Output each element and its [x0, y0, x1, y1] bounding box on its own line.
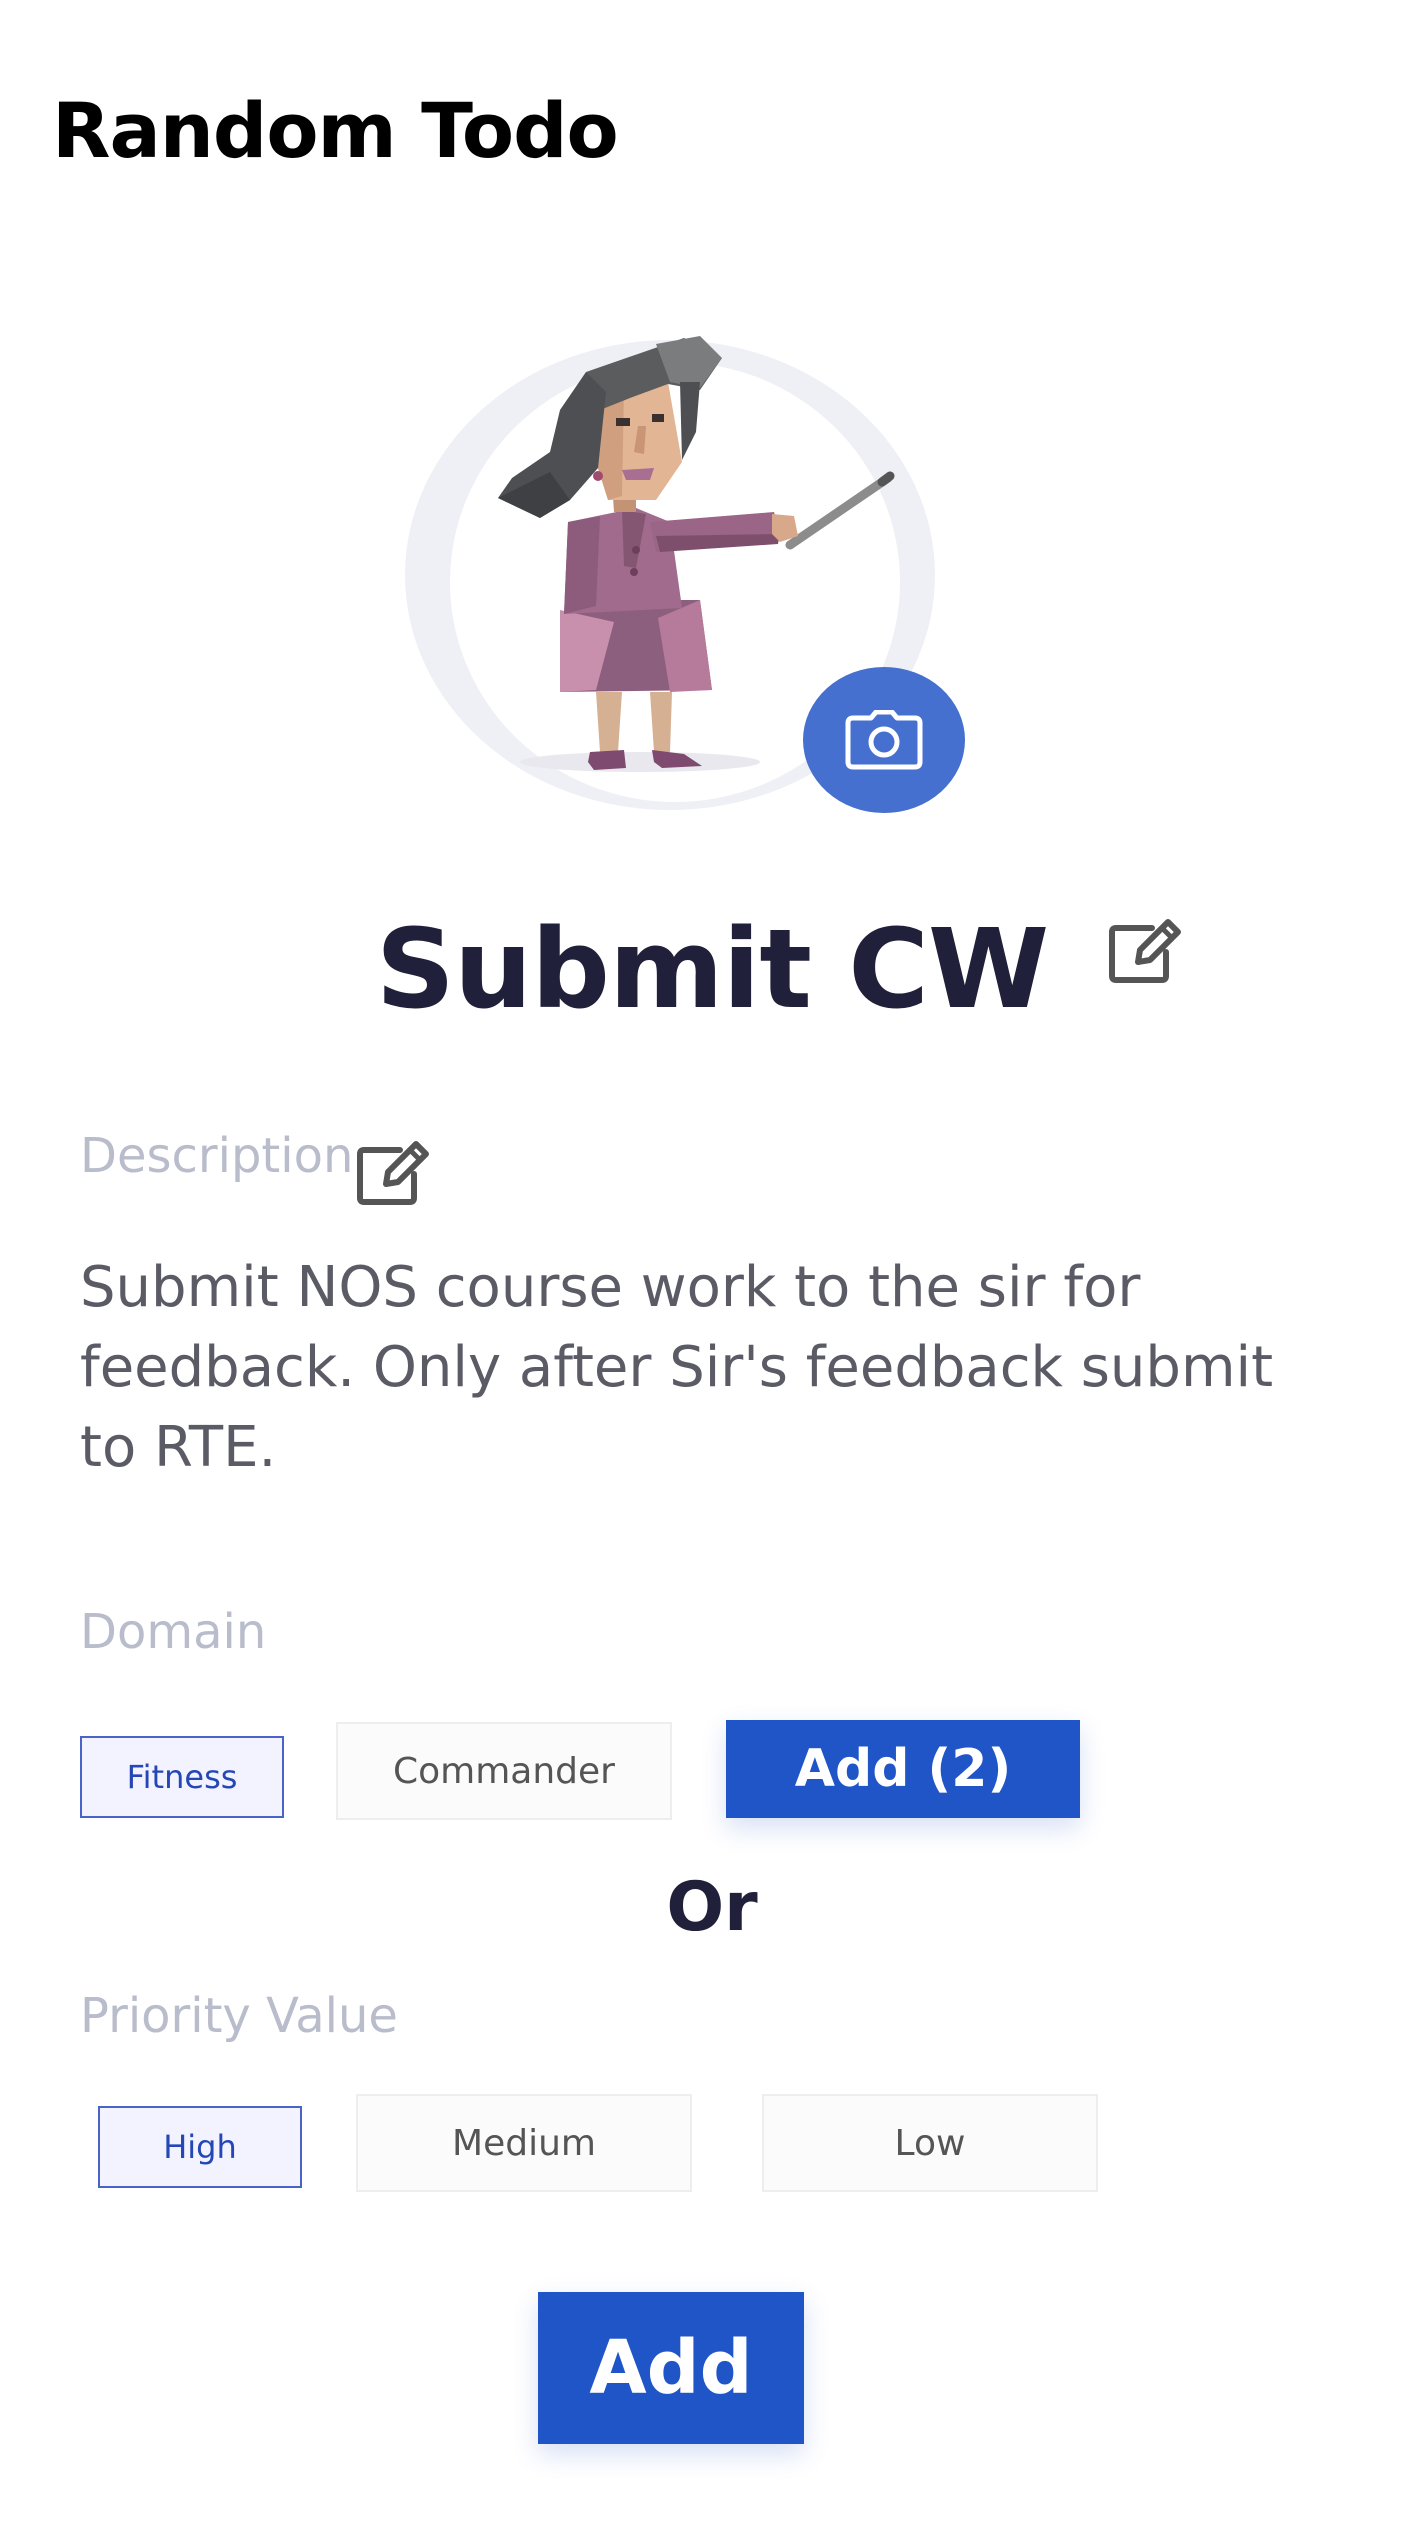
domain-label: Domain	[80, 1604, 267, 1660]
add-todo-button[interactable]: Add	[538, 2292, 804, 2444]
domain-chip-commander[interactable]: Commander	[336, 1722, 672, 1820]
camera-icon	[845, 710, 923, 770]
edit-icon	[1109, 919, 1181, 983]
priority-chip-low[interactable]: Low	[762, 2094, 1098, 2192]
priority-chip-high[interactable]: High	[98, 2106, 302, 2188]
edit-description-button[interactable]	[356, 1140, 432, 1206]
edit-title-button[interactable]	[1108, 918, 1184, 984]
add-domain-button[interactable]: Add (2)	[726, 1720, 1080, 1818]
domain-chip-fitness[interactable]: Fitness	[80, 1736, 284, 1818]
task-title: Submit CW	[375, 905, 1050, 1033]
description-label: Description	[80, 1128, 354, 1184]
task-description: Submit NOS course work to the sir for fe…	[80, 1255, 1274, 1480]
or-separator: Or	[666, 1868, 758, 1947]
edit-icon	[357, 1141, 429, 1205]
priority-chip-medium[interactable]: Medium	[356, 2094, 692, 2192]
change-photo-button[interactable]	[803, 667, 965, 813]
priority-label: Priority Value	[80, 1988, 398, 2044]
app-title: Random Todo	[52, 86, 619, 175]
